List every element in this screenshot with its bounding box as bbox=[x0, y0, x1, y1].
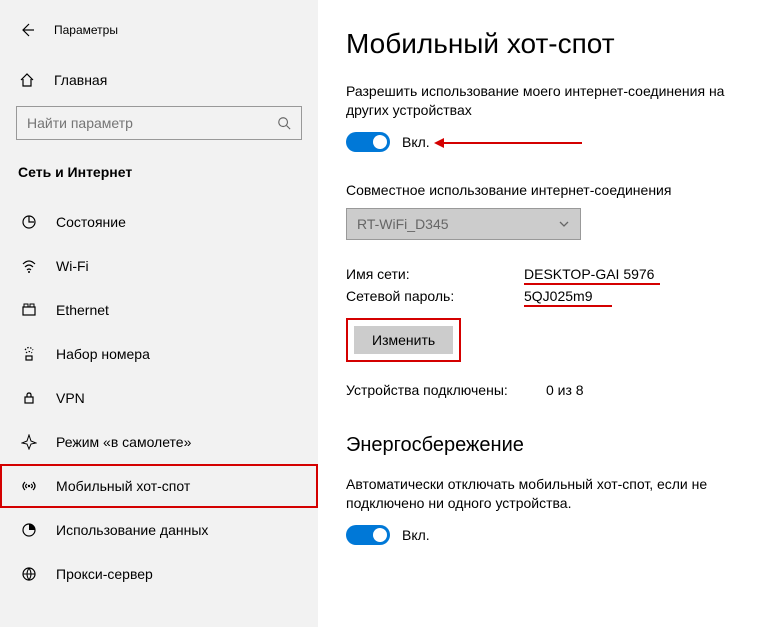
window-header: Параметры bbox=[0, 12, 318, 48]
nav-label: Использование данных bbox=[56, 522, 208, 538]
nav-label: VPN bbox=[56, 390, 85, 406]
powersave-toggle-label: Вкл. bbox=[402, 527, 430, 543]
sidebar: Параметры Главная Сеть и Интернет Состоя… bbox=[0, 0, 318, 627]
search-input[interactable] bbox=[27, 115, 251, 131]
dropdown-value: RT-WiFi_D345 bbox=[357, 216, 449, 232]
nav-label: Ethernet bbox=[56, 302, 109, 318]
airplane-icon bbox=[20, 434, 38, 450]
nav-label: Прокси-сервер bbox=[56, 566, 153, 582]
back-button[interactable] bbox=[18, 21, 36, 39]
share-description: Разрешить использование моего интернет-с… bbox=[346, 82, 746, 120]
devices-value: 0 из 8 bbox=[546, 382, 584, 398]
devices-label: Устройства подключены: bbox=[346, 382, 546, 398]
proxy-icon bbox=[20, 566, 38, 582]
network-pass-row: Сетевой пароль: 5QJ025m9 bbox=[346, 288, 753, 304]
nav-item-status[interactable]: Состояние bbox=[0, 200, 318, 244]
nav-item-airplane[interactable]: Режим «в самолете» bbox=[0, 420, 318, 464]
nav-item-data-usage[interactable]: Использование данных bbox=[0, 508, 318, 552]
nav-item-wifi[interactable]: Wi-Fi bbox=[0, 244, 318, 288]
nav-label: Режим «в самолете» bbox=[56, 434, 191, 450]
nav-list: Состояние Wi-Fi Ethernet Набор номера VP… bbox=[0, 200, 318, 596]
network-name-value: DESKTOP-GAI 5976 bbox=[524, 266, 654, 282]
category-header: Сеть и Интернет bbox=[0, 140, 318, 194]
network-pass-value: 5QJ025m9 bbox=[524, 288, 592, 304]
vpn-icon bbox=[20, 390, 38, 406]
nav-label: Мобильный хот-спот bbox=[56, 478, 190, 494]
nav-item-dialup[interactable]: Набор номера bbox=[0, 332, 318, 376]
wifi-icon bbox=[20, 258, 38, 274]
ethernet-icon bbox=[20, 302, 38, 318]
nav-item-proxy[interactable]: Прокси-сервер bbox=[0, 552, 318, 596]
annotation-arrow bbox=[442, 142, 582, 144]
nav-item-hotspot[interactable]: Мобильный хот-спот bbox=[0, 464, 318, 508]
powersave-title: Энергосбережение bbox=[346, 434, 753, 457]
search-icon bbox=[277, 116, 291, 130]
share-toggle[interactable] bbox=[346, 132, 390, 152]
main-content: Мобильный хот-спот Разрешить использован… bbox=[318, 0, 773, 627]
chevron-down-icon bbox=[558, 218, 570, 230]
back-arrow-icon bbox=[19, 22, 35, 38]
share-toggle-label: Вкл. bbox=[402, 134, 430, 150]
share-toggle-row: Вкл. bbox=[346, 132, 753, 152]
dialup-icon bbox=[20, 346, 38, 362]
hotspot-icon bbox=[20, 478, 38, 494]
network-name-label: Имя сети: bbox=[346, 266, 524, 282]
home-icon bbox=[18, 72, 36, 88]
data-usage-icon bbox=[20, 522, 38, 538]
connection-dropdown[interactable]: RT-WiFi_D345 bbox=[346, 208, 581, 240]
home-label: Главная bbox=[54, 72, 107, 88]
powersave-toggle-row: Вкл. bbox=[346, 525, 753, 545]
network-name-row: Имя сети: DESKTOP-GAI 5976 bbox=[346, 266, 753, 282]
annotation-box: Изменить bbox=[346, 318, 461, 362]
powersave-description: Автоматически отключать мобильный хот-сп… bbox=[346, 475, 746, 513]
nav-item-vpn[interactable]: VPN bbox=[0, 376, 318, 420]
devices-row: Устройства подключены: 0 из 8 bbox=[346, 382, 753, 398]
nav-label: Wi-Fi bbox=[56, 258, 89, 274]
nav-item-ethernet[interactable]: Ethernet bbox=[0, 288, 318, 332]
network-pass-label: Сетевой пароль: bbox=[346, 288, 524, 304]
page-title: Мобильный хот-спот bbox=[346, 28, 753, 60]
powersave-toggle[interactable] bbox=[346, 525, 390, 545]
status-icon bbox=[20, 214, 38, 230]
search-container bbox=[0, 98, 318, 140]
nav-label: Состояние bbox=[56, 214, 126, 230]
search-box[interactable] bbox=[16, 106, 302, 140]
home-nav[interactable]: Главная bbox=[0, 62, 318, 98]
change-button[interactable]: Изменить bbox=[354, 326, 453, 354]
nav-label: Набор номера bbox=[56, 346, 150, 362]
connection-share-label: Совместное использование интернет-соедин… bbox=[346, 182, 753, 198]
window-title: Параметры bbox=[54, 23, 118, 37]
